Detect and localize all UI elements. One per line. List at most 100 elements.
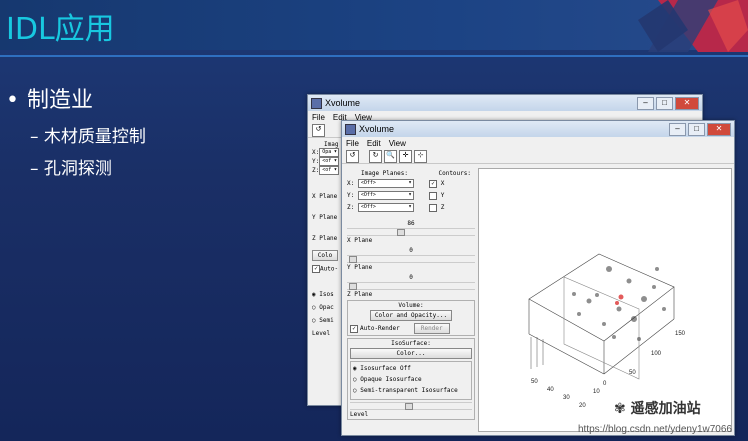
contour-y-checkbox[interactable]: [429, 191, 438, 200]
back-y-row: Y: <of: [312, 157, 342, 166]
watermark-url: https://blog.csdn.net/ydeny1w7066: [578, 424, 732, 435]
back-x-row: X: Opa: [312, 148, 342, 157]
menu-edit[interactable]: Edit: [367, 139, 381, 148]
decorative-corner-graphic: [638, 0, 748, 52]
slider-thumb[interactable]: [397, 229, 405, 236]
slide-title: IDL应用: [6, 12, 115, 47]
y-axis-tick: 50: [629, 370, 636, 376]
color-opacity-button[interactable]: Color and Opacity...: [370, 310, 452, 321]
auto-render-label: Auto-Render: [360, 325, 400, 332]
y-axis-tick: 100: [651, 351, 662, 357]
back-color-button[interactable]: Colo: [312, 250, 338, 261]
z-plane-slider[interactable]: [347, 282, 475, 290]
isosurface-label: IsoSurface:: [391, 340, 431, 347]
x-plane-slider[interactable]: [347, 228, 475, 236]
volume-render-viewport[interactable]: 50 40 30 20 10 0 50 100 150: [478, 168, 732, 432]
level-slider[interactable]: [350, 402, 472, 410]
back-y-combo[interactable]: <of: [319, 157, 340, 166]
x-plane-label: X Plane: [347, 237, 373, 244]
plane-row-x: X: <Off> ✓ X: [347, 179, 475, 188]
front-control-panel: Image Planes: Contours: X: <Off> ✓ X Y: …: [347, 170, 475, 422]
maximize-button[interactable]: □: [656, 97, 673, 110]
rotate-tool-icon[interactable]: ↺: [312, 123, 325, 137]
y-plane-label: Y Plane: [347, 264, 373, 271]
pan-icon[interactable]: ✛: [399, 149, 412, 163]
back-x-plane-label: X Plane: [312, 193, 338, 200]
contour-x-checkbox[interactable]: ✓: [429, 179, 438, 188]
x-axis-tick: 30: [563, 395, 570, 401]
z-plane-value: 0: [409, 274, 413, 281]
dash-glyph: –: [30, 127, 39, 147]
front-xvolume-window[interactable]: Xvolume – □ ✕ File Edit View ↺ ↻ 🔍 ✛ ⊹ I…: [341, 120, 735, 436]
back-label-imag: Imag: [324, 141, 339, 148]
rotate-tool-icon[interactable]: ↺: [346, 149, 359, 163]
iso-option-semi[interactable]: ○ Semi-transparent Isosurface: [353, 387, 469, 394]
z-plane-combo[interactable]: <Off>: [357, 203, 414, 212]
maximize-button[interactable]: □: [688, 123, 705, 136]
close-button[interactable]: ✕: [707, 123, 731, 136]
back-left-panel: Imag X:Opa Y:<of Z:<of X Plane Y Plane Z…: [312, 141, 342, 337]
iso-option-off[interactable]: ◉ Isosurface Off: [353, 365, 469, 372]
bullet-main-text: 制造业: [27, 88, 94, 113]
planes-header: Image Planes: Contours:: [347, 170, 475, 177]
y-axis-tick: 150: [675, 331, 686, 337]
sub-item-1: – 木材质量控制: [30, 122, 146, 147]
iso-option-opaque[interactable]: ○ Opaque Isosurface: [353, 376, 469, 383]
level-label: Level: [350, 411, 369, 418]
menu-view[interactable]: View: [389, 139, 406, 148]
plane-row-y: Y: <Off> Y: [347, 191, 475, 200]
close-button[interactable]: ✕: [675, 97, 699, 110]
back-semi-row: ○ Semi: [312, 317, 334, 324]
app-icon: [345, 123, 356, 135]
back-window-titlebar[interactable]: Xvolume – □ ✕: [308, 95, 702, 111]
bullet-main: • 制造业: [6, 82, 93, 114]
back-z-row: Z: <of: [312, 166, 342, 175]
minimize-button[interactable]: –: [637, 97, 654, 110]
front-window-titlebar[interactable]: Xvolume – □ ✕: [342, 121, 734, 137]
back-window-title: Xvolume: [325, 98, 361, 108]
iso-color-button[interactable]: Color...: [350, 348, 472, 359]
dash-glyph: –: [30, 159, 39, 179]
sub-item-text: 孔洞探测: [43, 159, 112, 179]
slider-thumb[interactable]: [405, 403, 413, 410]
x-axis-tick: 50: [531, 379, 538, 385]
back-level-label: Level: [312, 330, 331, 337]
front-menubar: File Edit View: [342, 137, 734, 149]
z-plane-label: Z Plane: [347, 291, 373, 298]
iso-options: ◉ Isosurface Off ○ Opaque Isosurface ○ S…: [350, 361, 472, 400]
slider-thumb[interactable]: [349, 283, 357, 290]
minimize-button[interactable]: –: [669, 123, 686, 136]
x-axis-tick: 40: [547, 387, 554, 393]
watermark-wechat: ✾ 遥感加油站: [614, 401, 701, 417]
auto-render-checkbox[interactable]: ✓: [350, 324, 358, 333]
slider-thumb[interactable]: [349, 256, 357, 263]
rotate-mode-icon[interactable]: ↻: [369, 149, 382, 163]
auto-render-row: ✓ Auto-Render Render: [350, 323, 472, 334]
back-z-plane-label: Z Plane: [312, 235, 338, 242]
front-window-title: Xvolume: [359, 124, 395, 134]
y-plane-slider[interactable]: [347, 255, 475, 263]
front-toolbar: ↺ ↻ 🔍 ✛ ⊹: [342, 149, 734, 164]
back-auto-render: ✓ Auto-: [312, 265, 342, 273]
x-plane-combo[interactable]: <Off>: [357, 179, 414, 188]
volume-render-scene: 50 40 30 20 10 0 50 100 150: [528, 253, 686, 409]
x-axis-tick: 0: [603, 381, 607, 387]
x-axis-tick: 10: [593, 389, 600, 395]
volume-label: Volume:: [398, 302, 424, 309]
menu-file[interactable]: File: [312, 113, 325, 122]
sub-item-text: 木材质量控制: [43, 127, 146, 147]
back-y-plane-label: Y Plane: [312, 214, 338, 221]
menu-file[interactable]: File: [346, 139, 359, 148]
contour-z-checkbox[interactable]: [429, 203, 438, 212]
x-plane-value: 86: [407, 220, 415, 227]
back-x-combo[interactable]: Opa: [319, 148, 340, 157]
select-icon[interactable]: ⊹: [414, 149, 427, 163]
bullet-glyph: •: [6, 88, 19, 113]
y-plane-combo[interactable]: <Off>: [357, 191, 414, 200]
render-button[interactable]: Render: [413, 323, 450, 334]
volume-group: Volume: Color and Opacity... ✓ Auto-Rend…: [347, 300, 475, 336]
y-plane-value: 0: [409, 247, 413, 254]
x-axis-tick: 20: [579, 403, 586, 409]
zoom-icon[interactable]: 🔍: [384, 149, 397, 163]
back-z-combo[interactable]: <of: [319, 166, 340, 175]
